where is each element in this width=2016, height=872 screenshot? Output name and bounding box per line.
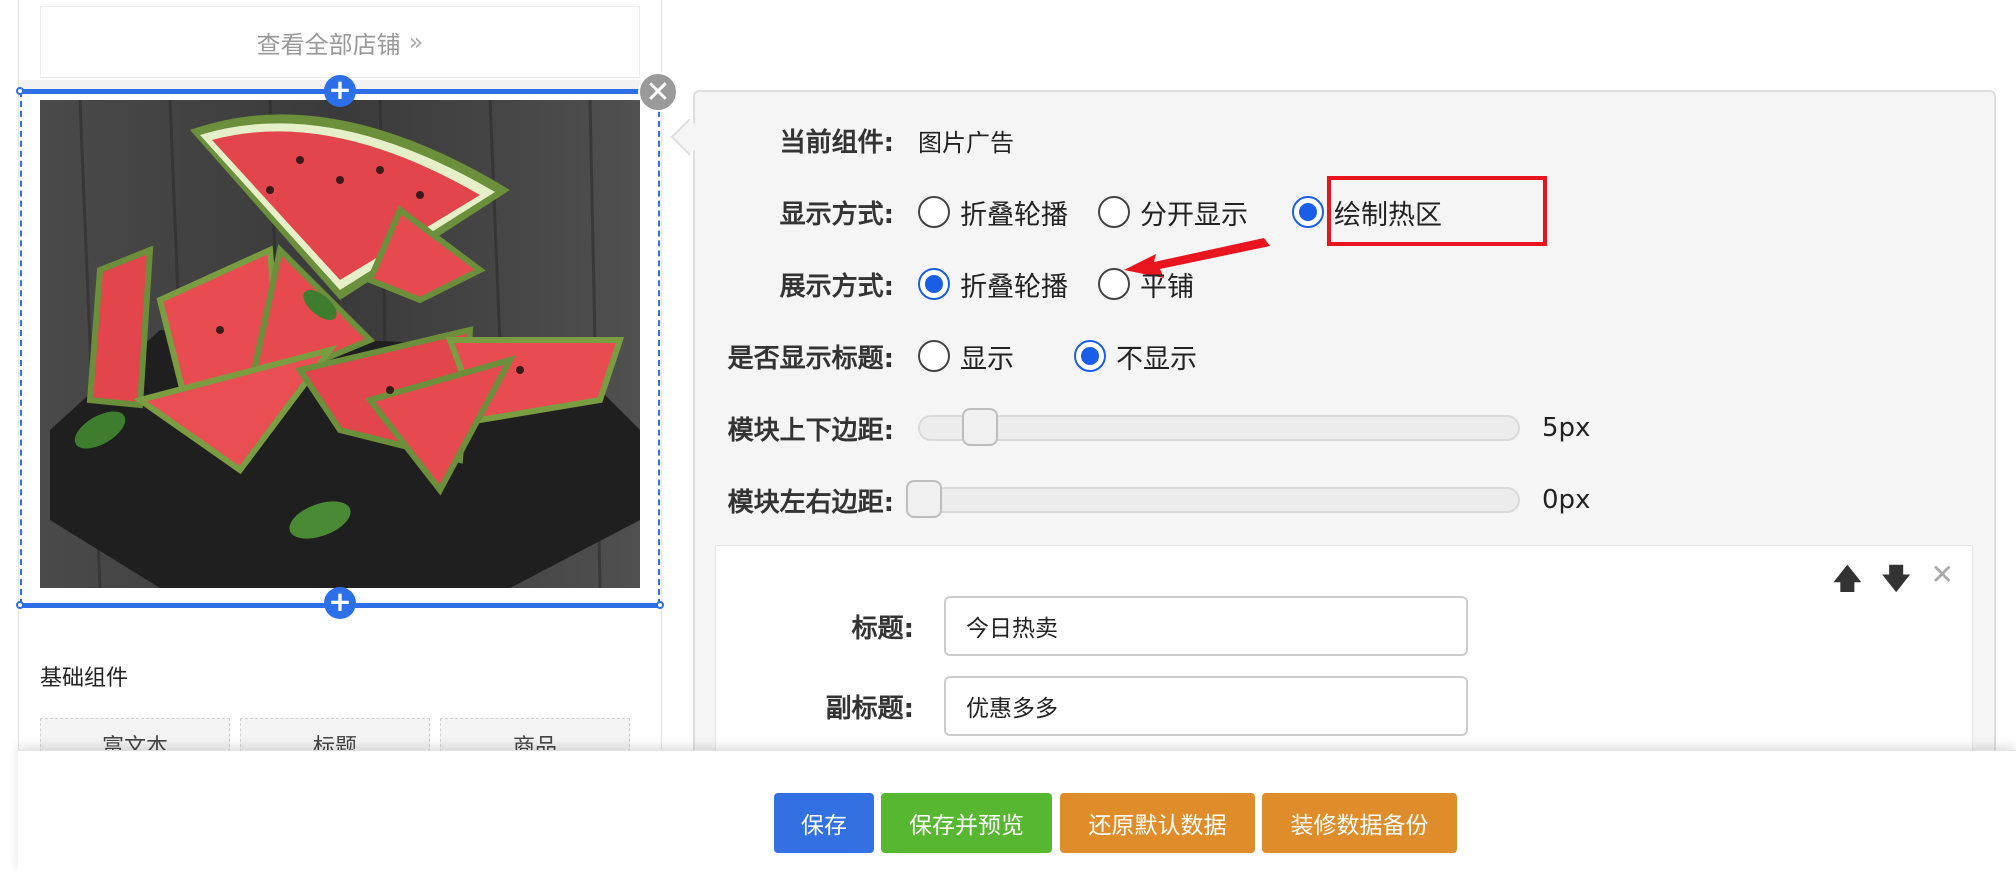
- double-chevron-right-icon: »: [408, 28, 424, 56]
- show-title-option-show[interactable]: 显示: [918, 337, 1014, 376]
- horizontal-margin-value: 0px: [1542, 485, 1591, 515]
- horizontal-margin-row: 模块左右边距: 0px: [700, 475, 1590, 525]
- vertical-margin-row: 模块上下边距: 5px: [700, 403, 1590, 453]
- option-label: 平铺: [1140, 271, 1194, 303]
- resize-handle-bottom-left[interactable]: [16, 601, 24, 609]
- radio-unchecked-icon[interactable]: [918, 340, 950, 372]
- option-label: 分开显示: [1140, 199, 1248, 231]
- show-title-label: 是否显示标题:: [727, 343, 894, 374]
- subtitle-input[interactable]: 优惠多多: [944, 676, 1468, 736]
- show-mode-option-tile[interactable]: 平铺: [1098, 265, 1194, 304]
- subtitle-field-label: 副标题:: [825, 693, 914, 724]
- current-component-label: 当前组件:: [779, 127, 894, 158]
- vertical-margin-slider[interactable]: [918, 408, 1520, 446]
- radio-unchecked-icon[interactable]: [918, 196, 950, 228]
- show-mode-row: 展示方式: 折叠轮播 平铺: [700, 259, 1224, 309]
- show-title-option-hide[interactable]: 不显示: [1074, 337, 1197, 376]
- add-module-above-icon[interactable]: +: [324, 75, 356, 107]
- radio-checked-icon[interactable]: [1292, 196, 1324, 228]
- horizontal-margin-label: 模块左右边距:: [727, 487, 894, 518]
- option-label: 折叠轮播: [960, 199, 1068, 231]
- show-title-row: 是否显示标题: 显示 不显示: [700, 331, 1227, 381]
- display-mode-label: 显示方式:: [779, 199, 894, 230]
- resize-handle-top-left[interactable]: [16, 87, 24, 95]
- basic-components-title: 基础组件: [40, 666, 129, 691]
- view-all-shops-label: 查看全部店铺: [256, 30, 401, 59]
- move-down-icon[interactable]: 🡇: [1882, 558, 1911, 606]
- option-label: 不显示: [1116, 343, 1197, 375]
- radio-unchecked-icon[interactable]: [1098, 196, 1130, 228]
- selected-module-outline: [20, 91, 660, 605]
- save-and-preview-button[interactable]: 保存并预览: [881, 793, 1052, 853]
- slider-thumb[interactable]: [962, 408, 998, 446]
- remove-item-icon[interactable]: ✕: [1931, 558, 1954, 606]
- card-controls: 🡅 🡇 ✕: [1833, 558, 1954, 606]
- current-component-row: 当前组件: 图片广告: [700, 115, 1014, 165]
- option-label: 折叠轮播: [960, 271, 1068, 303]
- restore-default-button[interactable]: 还原默认数据: [1060, 793, 1255, 853]
- option-label: 显示: [960, 343, 1014, 375]
- title-field-row: 标题: 今日热卖: [716, 596, 1468, 656]
- slider-thumb[interactable]: [906, 480, 942, 518]
- resize-handle-bottom-right[interactable]: [656, 601, 664, 609]
- radio-checked-icon[interactable]: [1074, 340, 1106, 372]
- move-up-icon[interactable]: 🡅: [1833, 558, 1862, 606]
- radio-unchecked-icon[interactable]: [1098, 268, 1130, 300]
- add-module-below-icon[interactable]: +: [324, 587, 356, 619]
- subtitle-field-row: 副标题: 优惠多多: [716, 676, 1468, 736]
- delete-module-icon[interactable]: ✕: [638, 72, 678, 112]
- display-mode-option-separate[interactable]: 分开显示: [1098, 193, 1248, 232]
- title-input[interactable]: 今日热卖: [944, 596, 1468, 656]
- radio-checked-icon[interactable]: [918, 268, 950, 300]
- view-all-shops-link[interactable]: 查看全部店铺 »: [40, 6, 640, 78]
- vertical-margin-label: 模块上下边距:: [727, 415, 894, 446]
- backup-data-button[interactable]: 装修数据备份: [1262, 793, 1457, 853]
- annotation-highlight-box: [1327, 176, 1547, 246]
- horizontal-margin-slider[interactable]: [906, 480, 1520, 518]
- show-mode-label: 展示方式:: [779, 271, 894, 302]
- display-mode-option-fold-carousel[interactable]: 折叠轮播: [918, 193, 1068, 232]
- save-button[interactable]: 保存: [774, 793, 874, 853]
- vertical-margin-value: 5px: [1542, 413, 1591, 443]
- title-field-label: 标题:: [851, 613, 914, 644]
- show-mode-option-fold-carousel[interactable]: 折叠轮播: [918, 265, 1068, 304]
- current-component-value: 图片广告: [918, 128, 1014, 157]
